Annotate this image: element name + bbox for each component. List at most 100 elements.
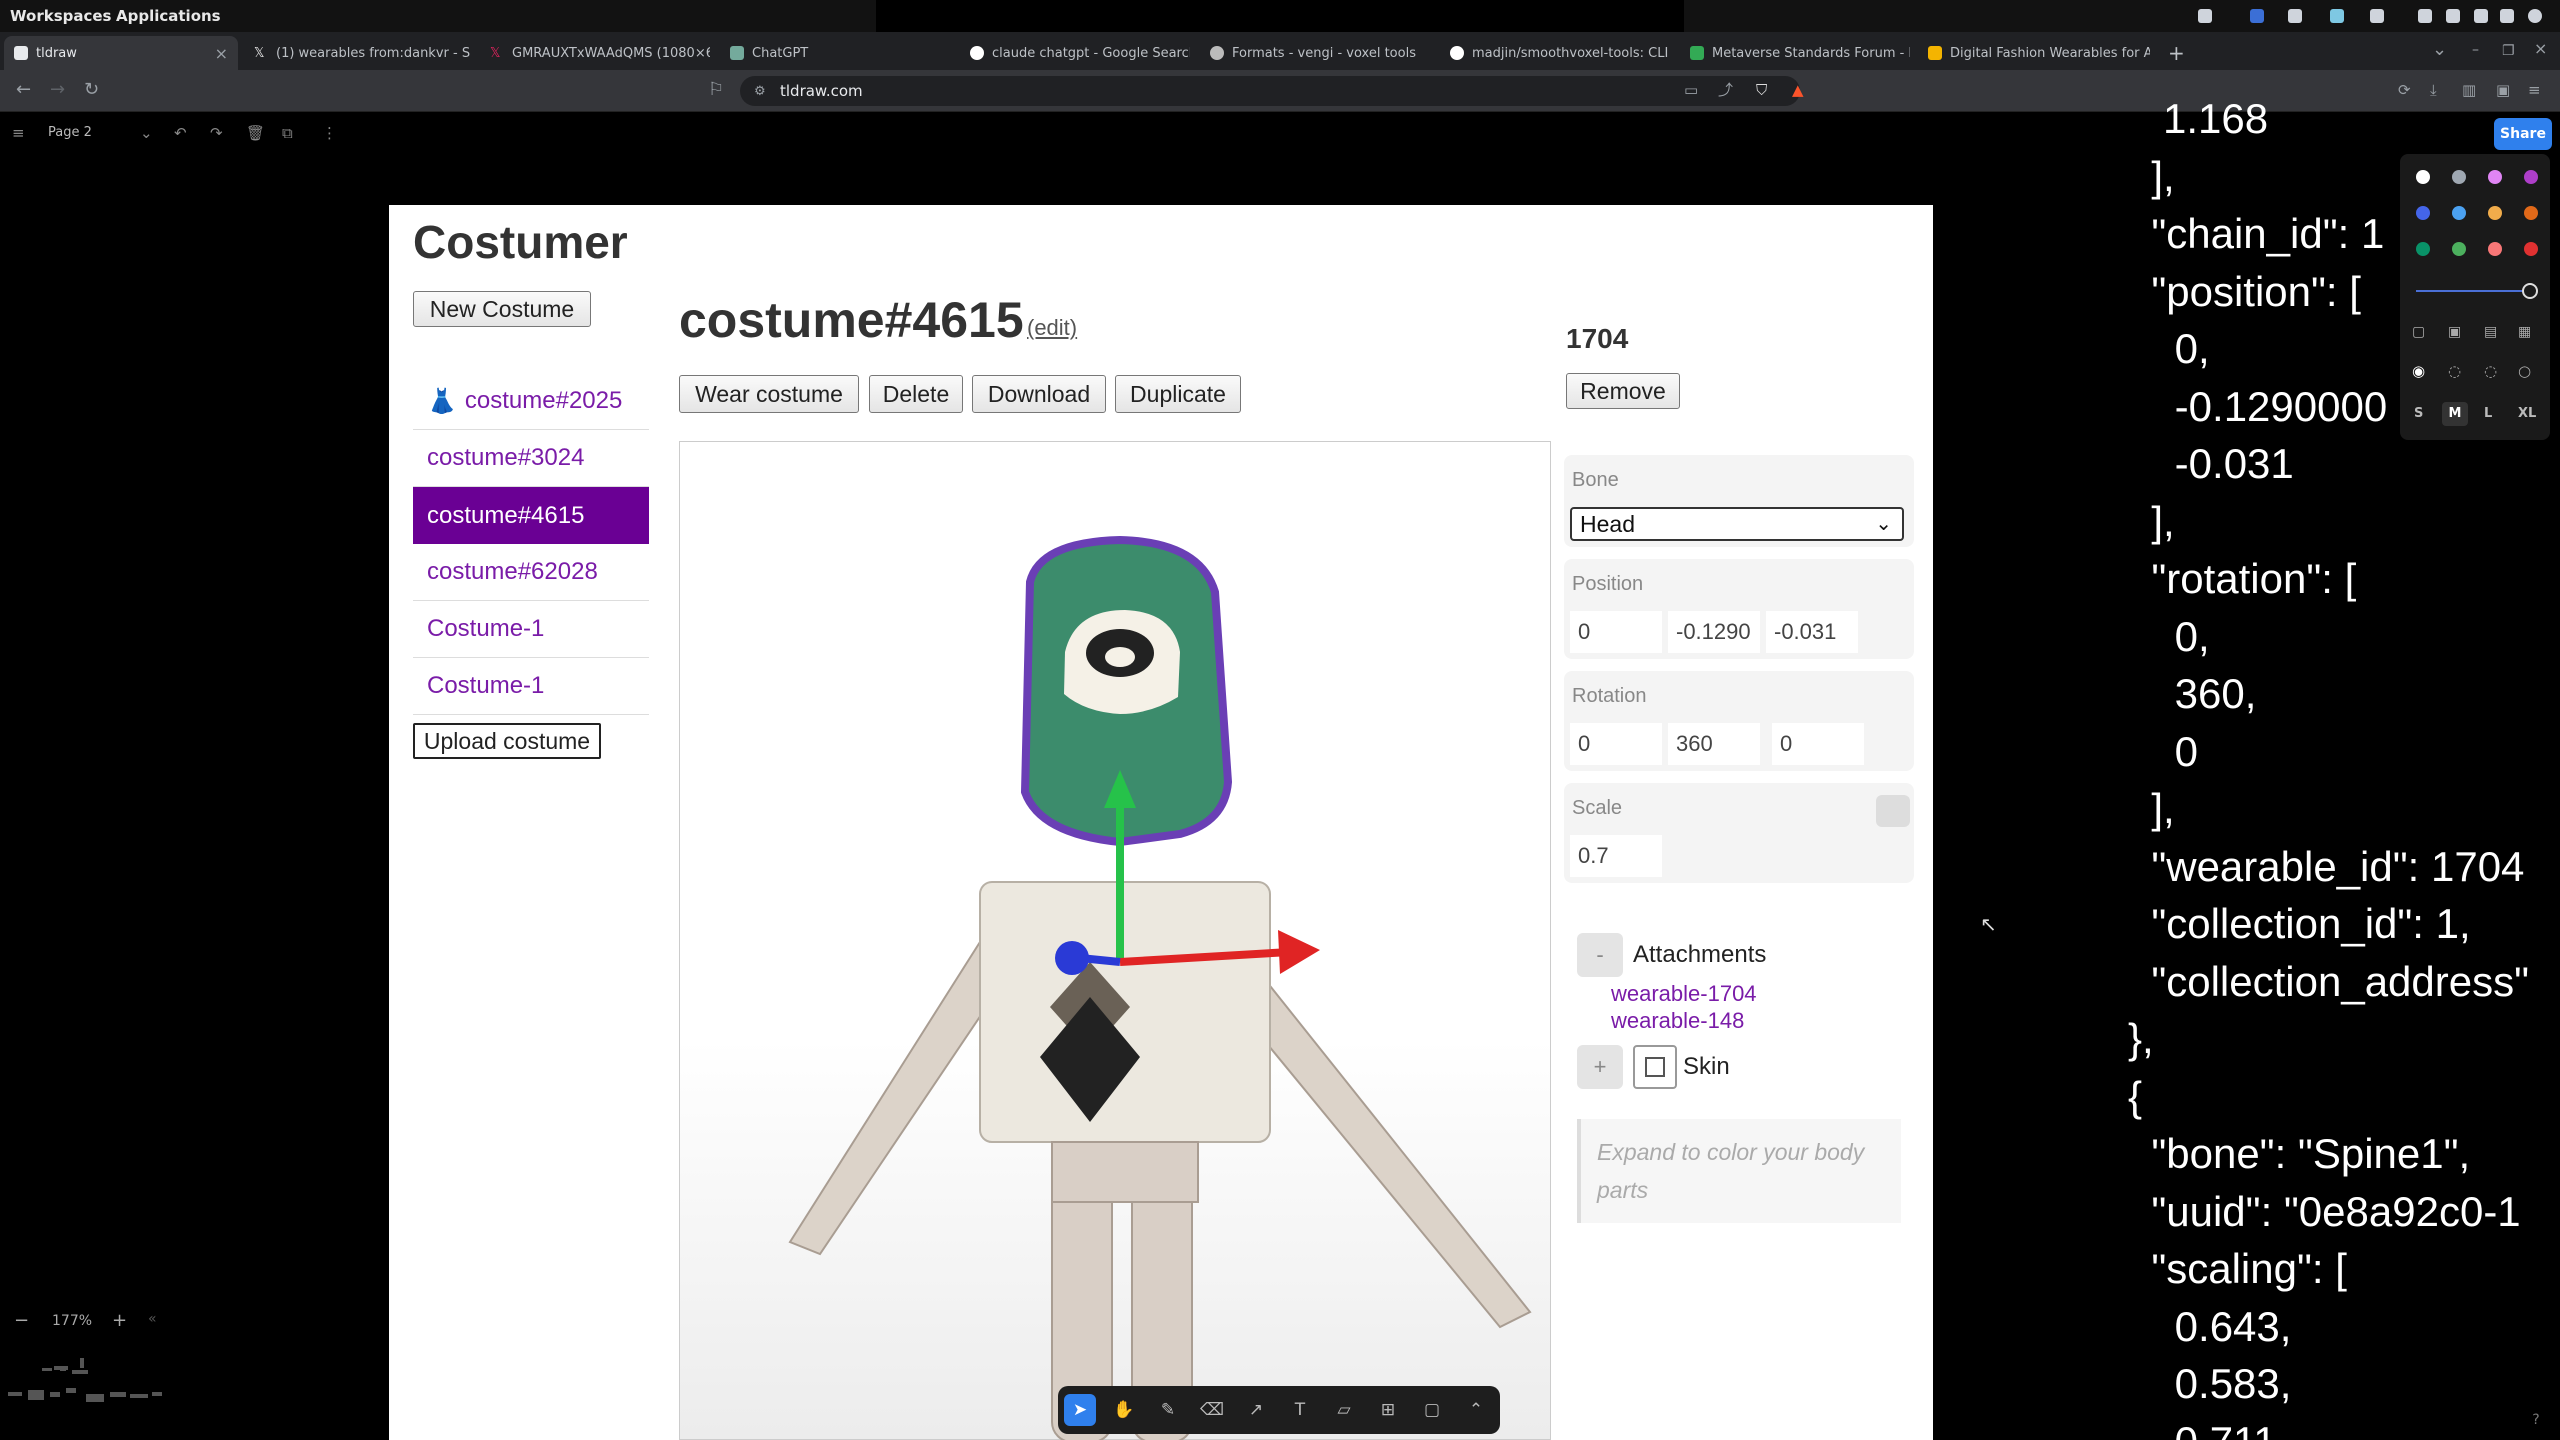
page-name[interactable]: Page 2: [48, 125, 92, 140]
skin-checkbox[interactable]: [1633, 1045, 1677, 1089]
color-swatch[interactable]: [2488, 206, 2502, 220]
costume-list-item[interactable]: costume#3024: [413, 430, 649, 487]
forward-icon[interactable]: →: [50, 81, 65, 99]
note-tool-icon[interactable]: ▱: [1328, 1394, 1360, 1426]
brave-shield-icon[interactable]: ⛉: [1756, 81, 1767, 99]
size-s-button[interactable]: S: [2414, 406, 2423, 421]
color-swatch[interactable]: [2416, 170, 2430, 184]
bookmark-icon[interactable]: ⚐: [708, 81, 724, 99]
fill-solid-icon[interactable]: ▤: [2484, 324, 2497, 340]
dash-draw-icon[interactable]: ◉: [2412, 362, 2425, 380]
tab-vengi[interactable]: Formats - vengi - voxel tools: [1200, 36, 1430, 70]
more-tools-icon[interactable]: ⌃: [1460, 1394, 1492, 1426]
tab-chatgpt[interactable]: ChatGPT: [720, 36, 950, 70]
collapse-attachments-button[interactable]: -: [1577, 933, 1623, 977]
color-swatch[interactable]: [2452, 170, 2466, 184]
color-swatch[interactable]: [2452, 206, 2466, 220]
bone-select[interactable]: Head ⌄: [1570, 507, 1904, 541]
tab-github[interactable]: madjin/smoothvoxel-tools: CLI t: [1440, 36, 1670, 70]
restore-icon[interactable]: ❐: [2502, 42, 2515, 60]
size-xl-button[interactable]: XL: [2518, 406, 2536, 421]
upload-costume-button[interactable]: Upload costume: [413, 723, 601, 759]
expand-skin-button[interactable]: +: [1577, 1045, 1623, 1089]
wear-costume-button[interactable]: Wear costume: [679, 375, 859, 413]
redo-icon[interactable]: ↷: [210, 124, 223, 142]
new-costume-button[interactable]: New Costume: [413, 291, 591, 327]
asset-tool-icon[interactable]: ⊞: [1372, 1394, 1404, 1426]
color-swatch[interactable]: [2488, 170, 2502, 184]
zoom-level[interactable]: 177%: [52, 1313, 92, 1329]
cast-icon[interactable]: ▭: [1684, 81, 1698, 99]
hand-tool-icon[interactable]: ✋: [1108, 1394, 1140, 1426]
tab-image[interactable]: 𝕏 GMRAUXTxWAAdQMS (1080×608): [480, 36, 710, 70]
remove-button[interactable]: Remove: [1566, 373, 1680, 409]
address-bar[interactable]: ⚙ tldraw.com: [740, 76, 1800, 106]
tab-search-chevron-icon[interactable]: ⌄: [2432, 41, 2447, 59]
attachment-link[interactable]: wearable-148: [1611, 1008, 1744, 1034]
minimize-icon[interactable]: –: [2472, 41, 2479, 59]
discord-icon[interactable]: [2370, 9, 2384, 23]
dash-solid-icon[interactable]: ○: [2518, 362, 2531, 380]
dash-dotted-icon[interactable]: ◌: [2484, 362, 2497, 380]
opacity-slider[interactable]: [2416, 290, 2530, 292]
close-tab-icon[interactable]: ×: [215, 44, 228, 63]
edit-link[interactable]: (edit): [1027, 315, 1077, 341]
attachment-link[interactable]: wearable-1704: [1611, 981, 1757, 1007]
applications-menu[interactable]: Applications: [116, 7, 221, 25]
position-y-input[interactable]: -0.1290: [1668, 611, 1760, 653]
color-swatch[interactable]: [2416, 206, 2430, 220]
delete-button[interactable]: Delete: [869, 375, 963, 413]
rotation-x-input[interactable]: 0: [1570, 723, 1662, 765]
tab-google-search[interactable]: claude chatgpt - Google Search: [960, 36, 1190, 70]
rotation-y-input[interactable]: 360: [1668, 723, 1760, 765]
fill-pattern-icon[interactable]: ▦: [2518, 324, 2531, 340]
costume-list-item[interactable]: 👗 costume#2025: [413, 373, 649, 430]
delete-icon[interactable]: 🗑: [246, 124, 265, 142]
main-menu-icon[interactable]: ≡: [12, 124, 25, 142]
color-swatch[interactable]: [2524, 170, 2538, 184]
size-m-button[interactable]: M: [2442, 402, 2468, 426]
color-swatch[interactable]: [2452, 242, 2466, 256]
arrow-tool-icon[interactable]: ↗: [1240, 1394, 1272, 1426]
window-icon[interactable]: [2418, 9, 2432, 23]
collapse-minimap-icon[interactable]: «: [148, 1311, 157, 1327]
draw-tool-icon[interactable]: ✎: [1152, 1394, 1184, 1426]
eraser-tool-icon[interactable]: ⌫: [1196, 1394, 1228, 1426]
tab-digital-fashion[interactable]: Digital Fashion Wearables for Av: [1918, 36, 2150, 70]
costume-list-item-selected[interactable]: costume#4615: [413, 487, 649, 544]
brave-rewards-icon[interactable]: ▲: [1792, 81, 1804, 99]
fill-none-icon[interactable]: ▢: [2412, 324, 2425, 340]
reload-icon[interactable]: ↻: [84, 81, 99, 99]
zoom-in-icon[interactable]: +: [112, 1310, 127, 1331]
position-z-input[interactable]: -0.031: [1766, 611, 1858, 653]
color-swatch[interactable]: [2488, 242, 2502, 256]
fill-semi-icon[interactable]: ▣: [2448, 324, 2461, 340]
power-icon[interactable]: [2528, 9, 2542, 23]
select-tool-icon[interactable]: ➤: [1064, 1394, 1096, 1426]
back-icon[interactable]: ←: [16, 81, 31, 99]
new-tab-button[interactable]: +: [2158, 36, 2188, 70]
help-icon[interactable]: ?: [2522, 1406, 2550, 1434]
duplicate-icon[interactable]: ⧉: [282, 124, 293, 142]
costume-list-item[interactable]: Costume-1: [413, 658, 649, 715]
ai-icon[interactable]: [2288, 9, 2302, 23]
tab-x-search[interactable]: 𝕏 (1) wearables from:dankvr - Sear: [244, 36, 470, 70]
undo-icon[interactable]: ↶: [174, 124, 187, 142]
share-page-icon[interactable]: ⤴: [1718, 81, 1733, 99]
rotation-z-input[interactable]: 0: [1772, 723, 1864, 765]
vpn-icon[interactable]: [2330, 9, 2344, 23]
color-swatch[interactable]: [2524, 206, 2538, 220]
opacity-slider-thumb[interactable]: [2522, 283, 2538, 299]
zoom-out-icon[interactable]: −: [14, 1310, 29, 1331]
download-button[interactable]: Download: [972, 375, 1106, 413]
costume-list-item[interactable]: costume#62028: [413, 544, 649, 601]
dash-dashed-icon[interactable]: ◌: [2448, 362, 2461, 380]
share-button[interactable]: Share: [2494, 118, 2552, 150]
app-indicator-icon[interactable]: [2250, 9, 2264, 23]
position-x-input[interactable]: 0: [1570, 611, 1662, 653]
volume-icon[interactable]: [2474, 9, 2488, 23]
close-window-icon[interactable]: ×: [2534, 40, 2547, 58]
scale-lock-button[interactable]: [1876, 795, 1910, 827]
costume-list-item[interactable]: Costume-1: [413, 601, 649, 658]
microphone-icon[interactable]: [2500, 9, 2514, 23]
